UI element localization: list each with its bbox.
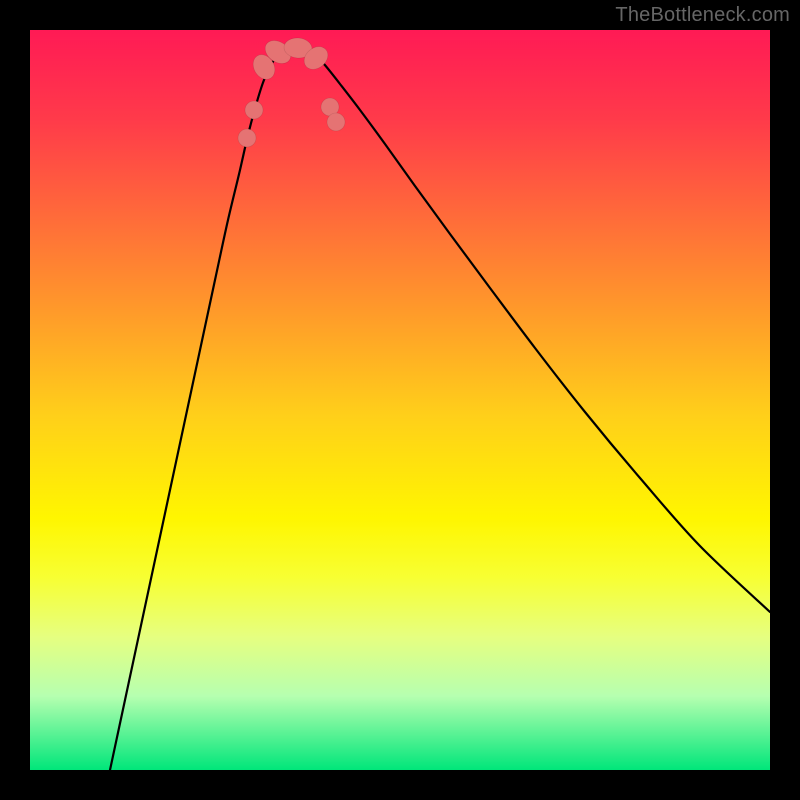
chart-markers <box>238 36 345 147</box>
chart-marker <box>327 113 345 131</box>
chart-marker <box>245 101 263 119</box>
bottleneck-chart <box>30 30 770 770</box>
plot-area <box>30 30 770 770</box>
chart-marker <box>238 129 256 147</box>
bottleneck-curve-path <box>110 44 770 770</box>
attribution-text: TheBottleneck.com <box>615 4 790 27</box>
app-frame: TheBottleneck.com <box>0 0 800 800</box>
